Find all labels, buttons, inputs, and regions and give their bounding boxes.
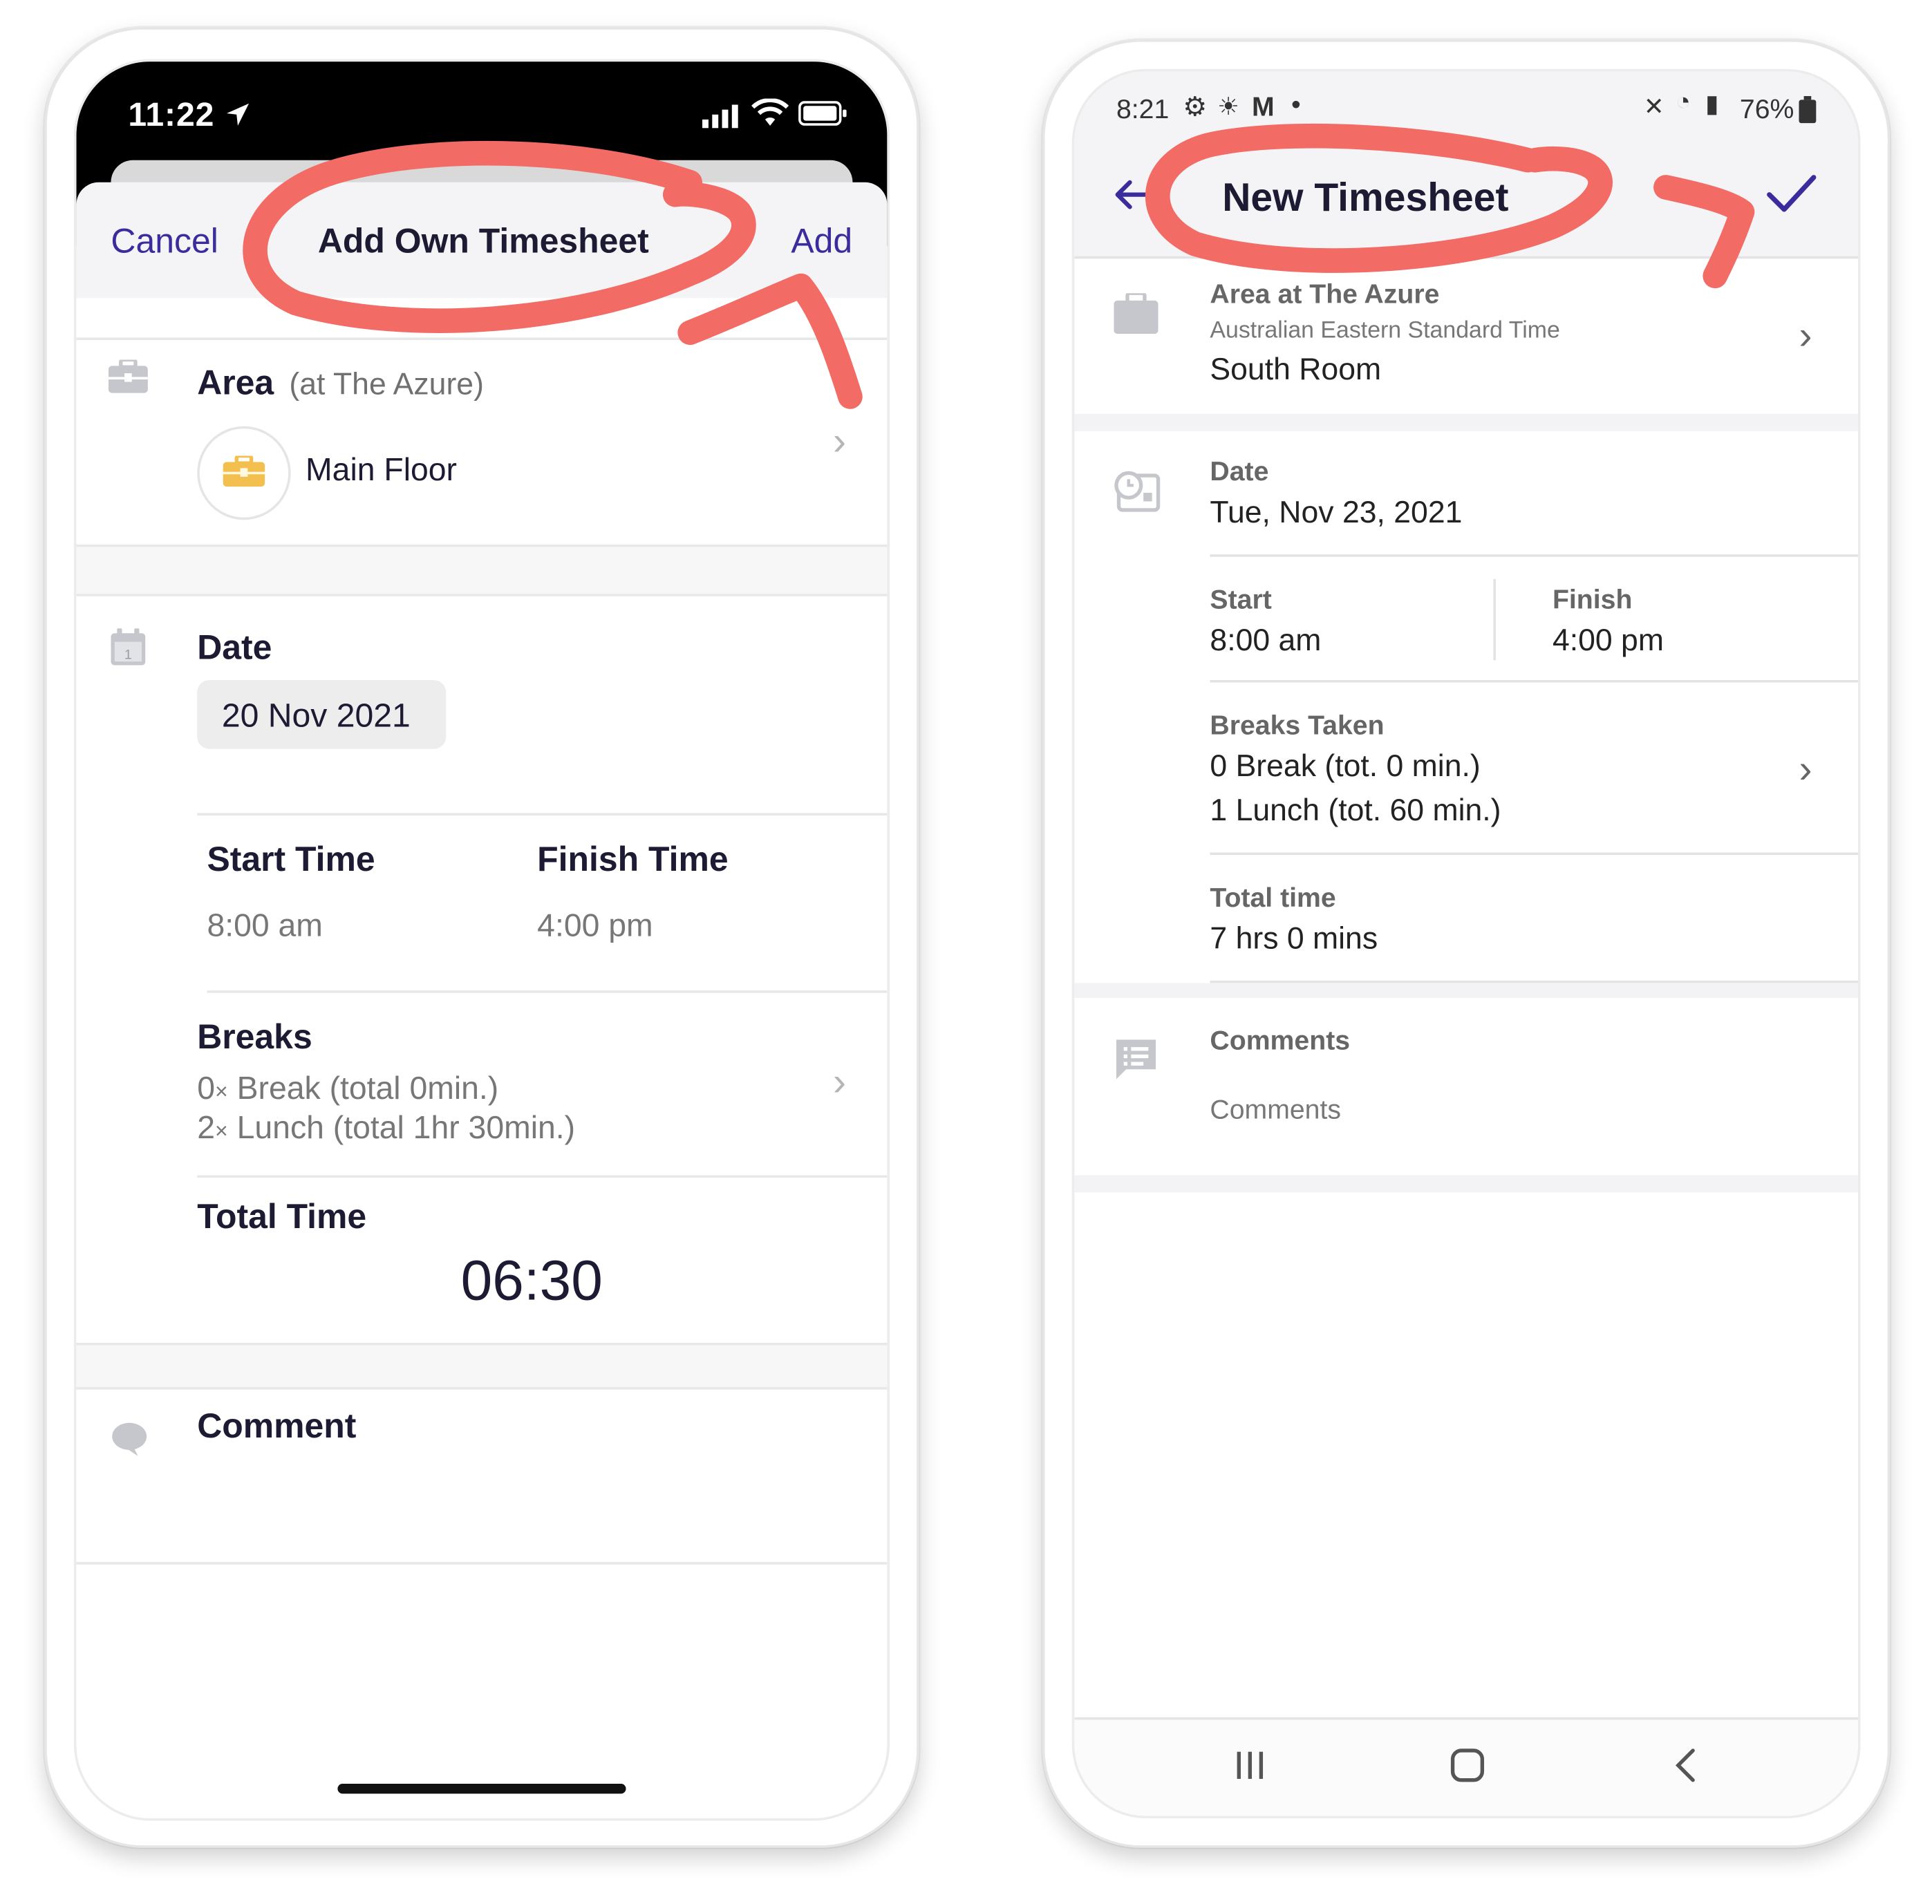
back-icon[interactable] (1673, 1747, 1698, 1784)
back-arrow-icon[interactable] (1112, 175, 1151, 214)
section-gap (1074, 983, 1859, 998)
date-label: Date (197, 628, 272, 667)
start-time-label: Start Time (207, 840, 375, 878)
divider (76, 1562, 888, 1565)
battery-icon (798, 101, 847, 126)
chevron-right-icon: › (1799, 312, 1812, 357)
mute-icon: ✕ (1643, 93, 1664, 121)
date-value[interactable]: Tue, Nov 23, 2021 (1210, 496, 1462, 531)
recents-icon[interactable] (1235, 1749, 1266, 1781)
divider (197, 1175, 888, 1178)
comments-label: Comments (1210, 1025, 1351, 1056)
start-value[interactable]: 8:00 am (1210, 623, 1321, 659)
calendar-clock-icon (1114, 471, 1161, 512)
break-item: 1 Lunch (tot. 60 min.) (1210, 793, 1501, 828)
location-arrow-icon (227, 103, 250, 126)
break-item: 0 Break (tot. 0 min.) (1210, 748, 1481, 784)
notification-dot-icon: • (1291, 88, 1301, 120)
break-item: 2× Lunch (total 1hr 30min.) (197, 1109, 576, 1146)
area-location: (at The Azure) (289, 367, 484, 402)
mail-icon: M (1252, 91, 1275, 122)
chevron-right-icon: › (1799, 746, 1812, 791)
divider (1210, 554, 1859, 557)
ios-screen: 11:22 Cancel Add Own Timesheet Add Area … (73, 59, 890, 1821)
finish-time-label: Finish Time (537, 840, 729, 878)
page-title: Add Own Timesheet (317, 221, 649, 261)
area-label-row: Area (at The Azure) (197, 364, 484, 403)
chevron-right-icon: › (832, 419, 846, 464)
weather-icon: ☀ (1217, 93, 1240, 121)
settings-icon: ⚙ (1183, 91, 1208, 122)
finish-label: Finish (1552, 583, 1633, 615)
battery-icon (1799, 96, 1817, 124)
section-gap (76, 547, 888, 594)
signal-icon: ▮ (1705, 91, 1719, 119)
comment-input[interactable] (197, 1461, 863, 1547)
total-time-label: Total Time (197, 1197, 367, 1236)
comment-label: Comment (197, 1406, 357, 1445)
home-indicator[interactable] (337, 1784, 626, 1794)
cancel-button[interactable]: Cancel (111, 222, 218, 261)
date-value: 20 Nov 2021 (221, 697, 411, 735)
divider (1210, 852, 1859, 856)
area-value: South Room (1210, 352, 1382, 387)
wifi-icon: ◔ (1676, 88, 1691, 116)
total-time-label: Total time (1210, 882, 1336, 913)
android-screen: 8:21 ⚙ ☀ M • ✕ ◔ ▮ 76% New Timesheet Are… (1071, 68, 1861, 1818)
finish-time-value[interactable]: 4:00 pm (537, 907, 653, 945)
area-value: Main Floor (306, 451, 458, 488)
area-title: Area at The Azure (1210, 278, 1440, 310)
comparison-stage: 11:22 Cancel Add Own Timesheet Add Area … (0, 0, 1932, 1903)
calendar-icon: 1 (111, 628, 146, 666)
total-time-value: 7 hrs 0 mins (1210, 921, 1378, 956)
finish-value[interactable]: 4:00 pm (1553, 623, 1664, 659)
divider (197, 813, 888, 816)
breaks-label: Breaks (197, 1017, 312, 1056)
date-label: Date (1210, 455, 1269, 487)
briefcase-icon (108, 359, 148, 393)
home-icon[interactable] (1449, 1747, 1485, 1784)
cellular-signal-icon (702, 104, 738, 129)
page-title: New Timesheet (1222, 175, 1509, 220)
speech-bubble-icon (112, 1422, 147, 1456)
section-gap (1074, 1175, 1859, 1193)
battery-percent: 76% (1739, 93, 1794, 125)
divider (76, 594, 888, 596)
break-item: 0× Break (total 0min.) (197, 1069, 499, 1106)
checkmark-icon[interactable] (1765, 170, 1819, 217)
briefcase-icon (223, 455, 265, 487)
vertical-divider (1493, 578, 1496, 661)
divider (76, 1387, 888, 1390)
comments-input[interactable]: Comments (1210, 1094, 1826, 1126)
comment-icon (1116, 1039, 1156, 1080)
total-time-value: 06:30 (460, 1247, 603, 1312)
chevron-right-icon: › (832, 1059, 846, 1104)
start-time-value[interactable]: 8:00 am (207, 907, 322, 945)
android-status-time: 8:21 (1116, 93, 1170, 125)
breaks-label: Breaks Taken (1210, 709, 1385, 741)
section-gap (1074, 413, 1859, 431)
area-timezone: Australian Eastern Standard Time (1210, 317, 1560, 344)
add-button[interactable]: Add (791, 222, 852, 261)
start-label: Start (1210, 583, 1272, 615)
ios-status-time: 11:22 (128, 96, 251, 134)
briefcase-icon (1114, 293, 1159, 334)
wifi-icon (751, 98, 789, 126)
area-label: Area (197, 363, 274, 402)
area-avatar (197, 426, 291, 520)
svg-text:1: 1 (124, 648, 132, 663)
section-gap (76, 1345, 888, 1388)
